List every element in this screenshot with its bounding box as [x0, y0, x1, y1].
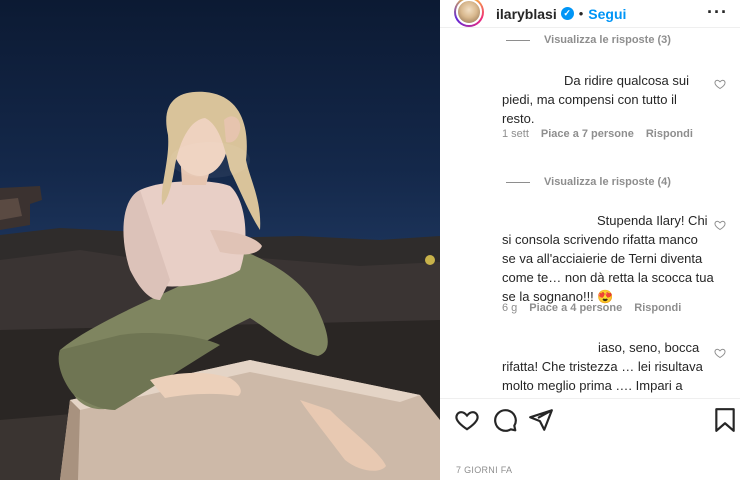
comment-time: 6 g [502, 302, 518, 314]
comment-text-line: piedi, ma compensi con tutto il [502, 92, 677, 107]
like-comment-heart-icon[interactable] [714, 78, 726, 90]
comment-text-line: molto meglio prima …. Impari a [502, 378, 683, 393]
post-sidebar: ilaryblasi ✓ • Segui ··· Visualizza le r… [440, 0, 740, 480]
comment-text-line: come te… non dà retta la scocca tua [502, 270, 714, 285]
separator-dot: • [578, 6, 584, 21]
replies-divider [506, 39, 530, 41]
share-icon[interactable] [528, 407, 554, 433]
comment-text-line: Stupenda Ilary! Chi [597, 213, 708, 228]
comment-text-line: resto. [502, 111, 535, 126]
comment-likes[interactable]: Piace a 7 persone [541, 128, 634, 140]
avatar-image [456, 0, 482, 25]
comment-meta: 6 g Piace a 4 persone Rispondi [502, 302, 681, 314]
post-actions-bar [440, 398, 740, 438]
comment-text-line: iaso, seno, bocca [598, 340, 700, 355]
comments-list[interactable]: Visualizza le risposte (3) Da ridire qua… [440, 28, 740, 398]
comment-likes[interactable]: Piace a 4 persone [529, 302, 622, 314]
comment-icon[interactable] [492, 407, 518, 433]
replies-divider [506, 181, 530, 183]
comment-reply-button[interactable]: Rispondi [634, 302, 681, 314]
like-comment-heart-icon[interactable] [714, 347, 726, 359]
comment-text-line: rifatta! Che tristezza … lei risultava [502, 359, 703, 374]
username[interactable]: ilaryblasi [496, 6, 557, 22]
comment-text-line: si consola scrivendo rifatta manco [502, 232, 698, 247]
comment-meta: 1 sett Piace a 7 persone Rispondi [502, 128, 693, 140]
view-replies-label: Visualizza le risposte (4) [544, 176, 671, 188]
heart-icon[interactable] [454, 407, 480, 433]
post-date: 7 GIORNI FA [456, 465, 513, 475]
verified-badge-icon: ✓ [560, 7, 574, 20]
view-replies-button[interactable]: Visualizza le risposte (3) [506, 34, 671, 46]
comment-text-line: Da ridire qualcosa sui [564, 73, 690, 88]
like-comment-heart-icon[interactable] [714, 219, 726, 231]
post-header: ilaryblasi ✓ • Segui ··· [440, 0, 740, 28]
bookmark-icon[interactable] [714, 407, 736, 433]
more-options-icon[interactable]: ··· [707, 2, 728, 23]
view-replies-button[interactable]: Visualizza le risposte (4) [506, 176, 671, 188]
avatar[interactable] [454, 0, 484, 27]
follow-button[interactable]: Segui [588, 6, 626, 22]
view-replies-label: Visualizza le risposte (3) [544, 34, 671, 46]
comment-reply-button[interactable]: Rispondi [646, 128, 693, 140]
post-image [0, 91, 440, 480]
post-photo[interactable] [0, 0, 440, 480]
comment-time: 1 sett [502, 128, 529, 140]
comment-text-line: se va all'acciaierie de Terni diventa [502, 251, 703, 266]
